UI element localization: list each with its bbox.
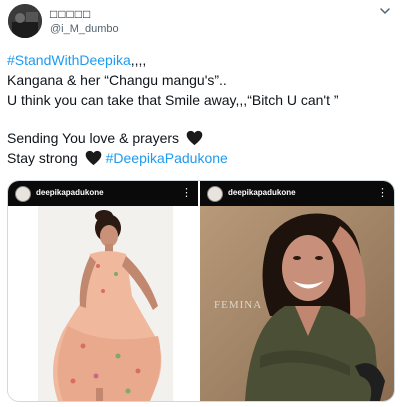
- more-dots-icon: ⋮: [377, 187, 388, 199]
- photo-floral-dress: [8, 206, 198, 401]
- hashtag-standwithdeepika[interactable]: #StandWithDeepika: [7, 52, 131, 68]
- media-grid: deepikapadukone ⋮ deepikapadukone ⋮ FEMI…: [7, 180, 395, 402]
- more-dots-icon: ⋮: [181, 187, 192, 199]
- instagram-account-name: deepikapadukone: [228, 188, 296, 197]
- hashtag-deepikapadukone[interactable]: #DeepikaPadukone: [106, 150, 228, 166]
- tweet-line-5: Stay strong #DeepikaPadukone: [7, 148, 393, 168]
- tweet-line-5-prefix: Stay strong: [7, 150, 78, 166]
- magazine-watermark: FEMINA: [214, 299, 263, 311]
- photo-smiling-portrait: FEMINA: [200, 206, 394, 401]
- instagram-avatar: [207, 186, 223, 202]
- tweet: □□□□□ @i_M_dumbo #StandWithDeepika,,,, K…: [0, 0, 400, 407]
- tweet-line-4-text: Sending You love & prayers: [7, 130, 180, 146]
- display-name[interactable]: □□□□□: [50, 7, 91, 21]
- avatar[interactable]: [8, 4, 42, 38]
- tweet-line-3: U think you can take that Smile away,,,“…: [7, 92, 339, 108]
- instagram-avatar: [15, 186, 31, 202]
- more-options-icon[interactable]: [378, 4, 392, 18]
- media-image-right[interactable]: deepikapadukone ⋮ FEMINA: [200, 181, 394, 401]
- instagram-account-name: deepikapadukone: [36, 188, 104, 197]
- instagram-header-bar: deepikapadukone ⋮: [8, 181, 198, 206]
- user-handle[interactable]: @i_M_dumbo: [50, 23, 119, 35]
- tweet-line-1-suffix: ,,,,: [130, 52, 147, 68]
- tweet-line-4: Sending You love & prayers: [7, 128, 393, 148]
- black-heart-icon: [85, 150, 102, 171]
- media-image-left[interactable]: deepikapadukone ⋮: [8, 181, 198, 401]
- tweet-line-1: #StandWithDeepika,,,,: [7, 50, 393, 70]
- tweet-line-2: Kangana & her “Changu mangu's”..: [7, 72, 227, 88]
- instagram-header-bar: deepikapadukone ⋮: [200, 181, 394, 206]
- tweet-text: #StandWithDeepika,,,, Kangana & her “Cha…: [7, 50, 393, 168]
